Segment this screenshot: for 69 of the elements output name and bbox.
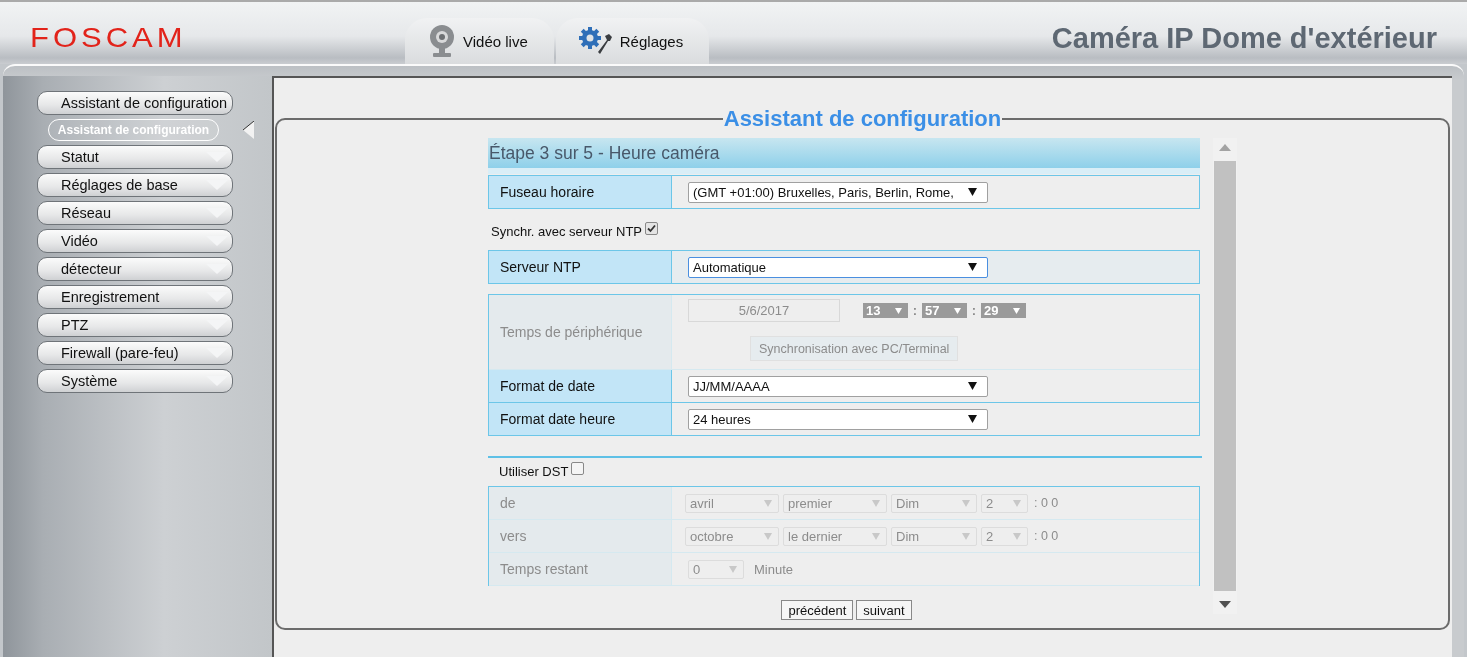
time-text: : 0 0 [1034,529,1059,543]
menu-item[interactable]: Statut [37,145,233,169]
menu-item[interactable]: Système [37,369,233,393]
caret-icon [962,499,970,507]
step-header: Étape 3 sur 5 - Heure caméra [488,138,1200,168]
time-separator: : [970,303,978,318]
caret-icon [729,565,737,573]
caret-icon [872,532,880,540]
menu-item[interactable]: détecteur [37,257,233,281]
caret-icon [954,307,961,314]
scroll-up-icon[interactable] [1219,144,1231,151]
product-title: Caméra IP Dome d'extérieur [1051,22,1437,55]
caret-icon [968,415,977,423]
caret-icon [206,264,228,274]
dropdown[interactable]: Automatique [688,256,988,278]
caret-icon [206,152,228,162]
caret-icon [206,376,228,386]
field-label: Format de date [489,370,672,402]
tab[interactable]: Réglages [555,18,710,64]
caret-icon [895,307,902,314]
field-label: Format date heure [489,403,672,435]
dropdown[interactable]: (GMT +01:00) Bruxelles, Paris, Berlin, Rome, [688,181,988,203]
checkbox-label: Utiliser DST [499,464,569,479]
wizard-title: Assistant de configuration [722,106,1003,132]
nav-button[interactable]: précédent [781,600,854,620]
menu-item[interactable]: Réseau [37,201,233,225]
caret-icon [764,499,772,507]
checkbox[interactable] [571,461,585,475]
time-separator: : [911,303,919,318]
webcam-icon [427,24,457,58]
menu-item[interactable]: Vidéo [37,229,233,253]
field-label: Fuseau horaire [489,176,672,208]
caret-icon [1013,532,1021,540]
unit-label: Minute [754,561,794,577]
time-text: : 0 0 [1034,496,1059,510]
checkbox-label: Synchr. avec serveur NTP [491,224,642,239]
field-label: Serveur NTP [489,251,672,283]
caret-icon [968,188,977,196]
caret-icon [206,208,228,218]
dropdown[interactable]: 24 heures [688,408,988,430]
caret-icon [968,263,977,271]
gear-wrench-icon [577,26,614,56]
field-label: de [489,487,672,519]
scroll-down-icon[interactable] [1219,601,1231,608]
menu-item[interactable]: Assistant de configuration [37,91,233,115]
caret-icon [962,532,970,540]
tab[interactable]: Vidéo live [405,18,554,64]
field-label: Temps de périphérique [489,295,672,369]
pointer-icon [243,121,255,139]
caret-icon [968,382,977,390]
caret-icon [206,348,228,358]
caret-icon [206,292,228,302]
caret-icon [206,236,228,246]
menu-item[interactable]: Firewall (pare-feu) [37,341,233,365]
field-label: Temps restant [489,553,672,585]
caret-icon [1013,499,1021,507]
logo: FOSCAM [30,21,188,55]
menu-item[interactable]: PTZ [37,313,233,337]
dropdown[interactable]: JJ/MM/AAAA [688,375,988,397]
checkbox[interactable] [645,221,658,235]
field-label: vers [489,520,672,552]
caret-icon [206,180,228,190]
caret-icon [872,499,880,507]
nav-button[interactable]: suivant [856,600,912,620]
caret-icon [206,320,228,330]
caret-icon [764,532,772,540]
menu-item[interactable]: Enregistrement [37,285,233,309]
caret-icon [1013,307,1020,314]
menu-item[interactable]: Réglages de base [37,173,233,197]
